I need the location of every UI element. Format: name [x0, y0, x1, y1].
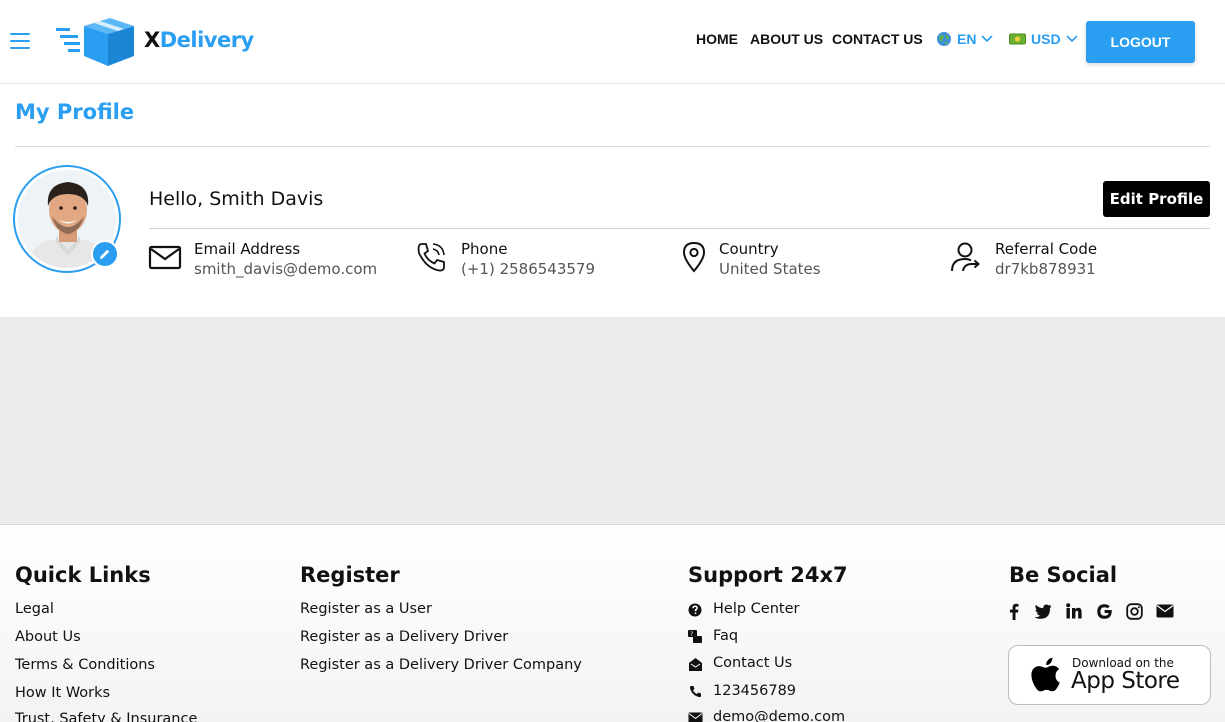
register-user-link[interactable]: Register as a User: [300, 601, 432, 617]
globe-icon: [937, 32, 951, 46]
footer-link-how-it-works[interactable]: How It Works: [15, 685, 110, 701]
support-phone[interactable]: 123456789: [713, 683, 796, 699]
instagram-icon[interactable]: [1124, 601, 1144, 621]
logo-text-delivery: Delivery: [159, 28, 255, 52]
phone-icon: [414, 240, 448, 274]
nav-home[interactable]: HOME: [696, 31, 738, 47]
faq-icon: ?: [687, 629, 703, 645]
logo-text-x: X: [144, 28, 160, 52]
support-email[interactable]: demo@demo.com: [713, 709, 845, 722]
app-store-badge[interactable]: Download on the App Store: [1008, 645, 1211, 705]
nav-contact-us[interactable]: CONTACT US: [832, 31, 923, 47]
footer-link-trust-safety[interactable]: Trust, Safety & Insurance: [15, 711, 197, 722]
logo-text[interactable]: XDelivery: [144, 28, 254, 52]
support-contact-us[interactable]: Contact Us: [713, 655, 792, 671]
profile-greeting: Hello, Smith Davis: [149, 188, 324, 210]
currency-value: USD: [1031, 31, 1061, 47]
nav-about-us[interactable]: ABOUT US: [750, 31, 823, 47]
page-title: My Profile: [15, 100, 135, 124]
language-value: EN: [957, 31, 977, 47]
user-share-icon: [948, 240, 982, 274]
country-value: United States: [719, 260, 821, 278]
support-faq[interactable]: Faq: [713, 628, 738, 644]
apple-icon: [1031, 657, 1060, 692]
phone-value: (+1) 2586543579: [461, 260, 596, 278]
pencil-icon: [100, 249, 110, 259]
content-spacer: [0, 317, 1225, 524]
chevron-down-icon: [1065, 35, 1078, 43]
box-logo-icon: [56, 18, 134, 66]
footer-link-about-us[interactable]: About Us: [15, 629, 81, 645]
money-icon: [1009, 33, 1026, 45]
register-driver-company-link[interactable]: Register as a Delivery Driver Company: [300, 657, 582, 673]
referral-value: dr7kb878931: [995, 260, 1096, 278]
envelope-open-icon: [687, 656, 703, 672]
referral-label: Referral Code: [995, 240, 1098, 258]
footer-link-terms[interactable]: Terms & Conditions: [15, 657, 155, 673]
register-heading: Register: [300, 563, 400, 587]
edit-avatar-button[interactable]: [91, 240, 119, 268]
currency-select[interactable]: USD: [1009, 31, 1078, 47]
header: XDelivery HOME ABOUT US CONTACT US EN US…: [0, 0, 1225, 84]
facebook-icon[interactable]: [1004, 601, 1024, 621]
country-label: Country: [719, 240, 779, 258]
edit-profile-button[interactable]: Edit Profile: [1103, 181, 1210, 217]
google-icon[interactable]: [1094, 601, 1114, 621]
logout-button[interactable]: LOGOUT: [1086, 21, 1195, 63]
support-heading: Support 24x7: [688, 563, 848, 587]
phone-label: Phone: [461, 240, 508, 258]
register-driver-link[interactable]: Register as a Delivery Driver: [300, 629, 508, 645]
divider: [149, 228, 1210, 229]
chevron-down-icon: [981, 35, 994, 43]
app-store-big-text: App Store: [1071, 668, 1180, 694]
email-label: Email Address: [194, 240, 301, 258]
svg-text:?: ?: [690, 631, 693, 638]
footer-link-legal[interactable]: Legal: [15, 601, 54, 617]
envelope-icon: [687, 710, 703, 722]
twitter-icon[interactable]: [1033, 601, 1053, 621]
support-help-center[interactable]: Help Center: [713, 601, 799, 617]
envelope-icon[interactable]: [1155, 601, 1175, 621]
hamburger-menu-icon[interactable]: [10, 33, 30, 49]
divider: [15, 146, 1210, 147]
email-value: smith_davis@demo.com: [194, 260, 378, 278]
envelope-icon: [148, 240, 182, 274]
phone-solid-icon: [687, 683, 703, 699]
quick-links-heading: Quick Links: [15, 563, 151, 587]
question-circle-icon: [687, 602, 703, 618]
map-pin-icon: [677, 240, 711, 274]
social-heading: Be Social: [1009, 563, 1118, 587]
linkedin-icon[interactable]: [1064, 601, 1084, 621]
language-select[interactable]: EN: [936, 31, 994, 47]
